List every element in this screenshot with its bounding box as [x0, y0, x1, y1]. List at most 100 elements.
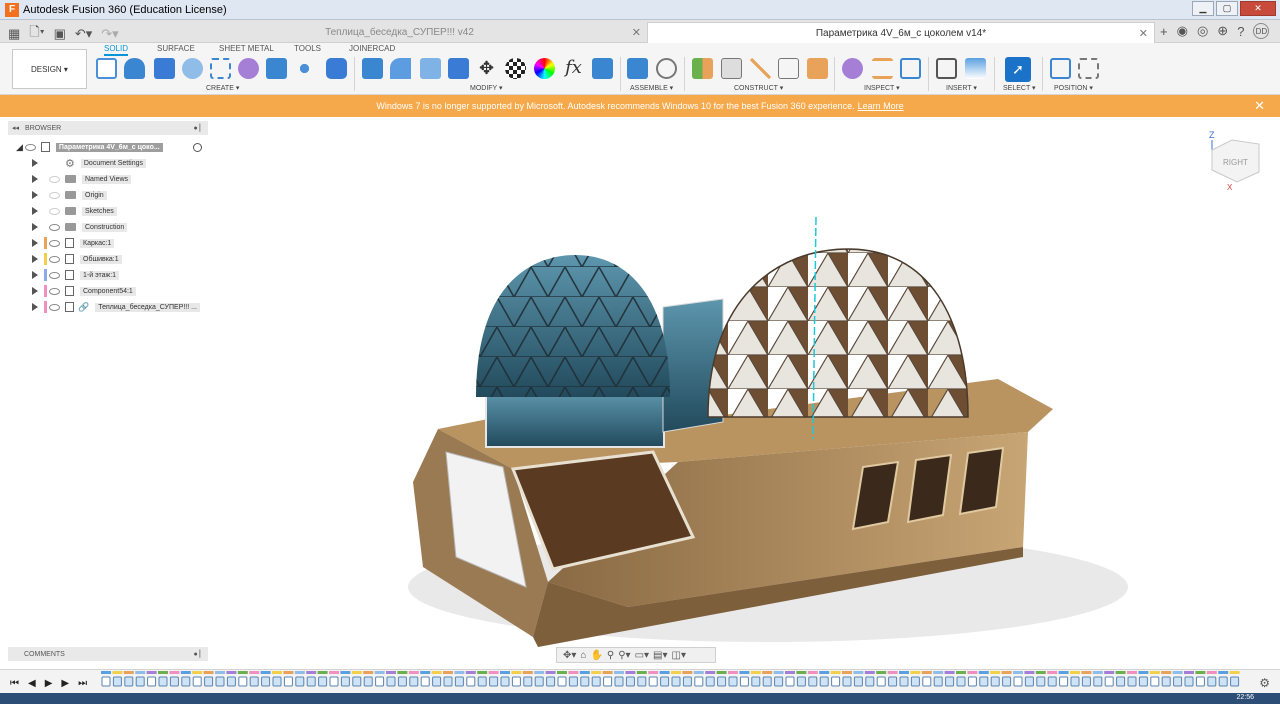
timeline-feature[interactable]	[181, 676, 191, 687]
timeline-feature[interactable]	[272, 676, 282, 687]
offset-plane-icon[interactable]	[692, 58, 713, 79]
maximize-button[interactable]: ▢	[1216, 1, 1238, 16]
expand-icon[interactable]	[32, 287, 38, 295]
visibility-icon[interactable]	[49, 160, 60, 167]
browser-item[interactable]: Construction	[8, 219, 208, 235]
expand-icon[interactable]	[32, 255, 38, 263]
expand-icon[interactable]	[32, 303, 38, 311]
close-banner-icon[interactable]: ✕	[1254, 98, 1265, 114]
timeline-feature[interactable]	[226, 676, 236, 687]
timeline-feature[interactable]	[910, 676, 920, 687]
timeline-feature[interactable]	[876, 676, 886, 687]
browser-item[interactable]: ⚙ Document Settings	[8, 155, 208, 171]
timeline-feature[interactable]	[1138, 676, 1148, 687]
physical-material-icon[interactable]	[534, 58, 555, 79]
visibility-icon[interactable]	[49, 191, 60, 199]
timeline-feature[interactable]	[329, 676, 339, 687]
expand-icon[interactable]	[32, 175, 38, 183]
timeline-feature[interactable]	[192, 676, 202, 687]
group-assemble[interactable]: ASSEMBLE ▾	[630, 84, 673, 92]
help-icon[interactable]: ?	[1237, 24, 1244, 39]
notifications-icon[interactable]: ⊕	[1217, 23, 1228, 39]
timeline-feature[interactable]	[158, 676, 168, 687]
tab-parametrika[interactable]: Параметрика 4V_6м_с цоколем v14* ✕	[647, 22, 1155, 43]
redo-icon[interactable]: ↷▾	[101, 26, 118, 42]
close-tab-icon[interactable]: ✕	[632, 26, 641, 39]
grid-menu-icon[interactable]: ▦	[8, 26, 20, 42]
expand-icon[interactable]	[32, 159, 38, 167]
timeline-feature[interactable]	[1184, 676, 1194, 687]
create-sketch-icon[interactable]	[96, 58, 117, 79]
timeline-feature[interactable]	[204, 676, 214, 687]
step-back-icon[interactable]: ◀	[28, 678, 36, 689]
expand-icon[interactable]	[32, 191, 38, 199]
timeline-feature[interactable]	[1070, 676, 1080, 687]
timeline-feature[interactable]	[238, 676, 248, 687]
timeline-feature[interactable]	[1059, 676, 1069, 687]
capture-position-icon[interactable]	[1050, 58, 1071, 79]
select-cursor-icon[interactable]: ➚	[1005, 57, 1031, 82]
close-tab-icon[interactable]: ✕	[1139, 27, 1148, 40]
timeline-feature[interactable]	[500, 676, 510, 687]
point-icon[interactable]	[807, 58, 828, 79]
collapse-icon[interactable]: ◂◂	[12, 124, 19, 132]
browser-root[interactable]: ◢ Параметрика 4V_6м_с цоко...	[8, 139, 208, 155]
expand-icon[interactable]	[32, 271, 38, 279]
timeline-feature[interactable]	[1036, 676, 1046, 687]
timeline-feature[interactable]	[796, 676, 806, 687]
group-create[interactable]: CREATE ▾	[206, 84, 239, 92]
visibility-icon[interactable]	[49, 207, 60, 215]
timeline-feature[interactable]	[614, 676, 624, 687]
undo-icon[interactable]: ↶▾	[75, 26, 92, 42]
timeline-feature[interactable]	[625, 676, 635, 687]
new-component-icon[interactable]	[266, 58, 287, 79]
timeline-feature[interactable]	[135, 676, 145, 687]
avatar[interactable]: DD	[1253, 23, 1270, 39]
timeline-feature[interactable]	[888, 676, 898, 687]
extensions-icon[interactable]: ◉	[1177, 23, 1188, 39]
timeline-feature[interactable]	[534, 676, 544, 687]
timeline-feature[interactable]	[648, 676, 658, 687]
timeline-feature[interactable]	[420, 676, 430, 687]
timeline-feature[interactable]	[603, 676, 613, 687]
timeline-feature[interactable]	[1207, 676, 1217, 687]
parameters-icon[interactable]: fx	[563, 58, 584, 79]
insert-derive-file-icon[interactable]	[936, 58, 957, 79]
visibility-icon[interactable]	[49, 255, 60, 263]
browser-item[interactable]: Каркас:1	[8, 235, 208, 251]
timeline-feature[interactable]	[249, 676, 259, 687]
expand-icon[interactable]	[32, 223, 38, 231]
zoom-icon[interactable]: ⚲	[607, 650, 614, 661]
file-menu-icon[interactable]: 🗋▾	[29, 23, 44, 45]
minimize-button[interactable]: ▁	[1192, 1, 1214, 16]
pattern-icon[interactable]	[294, 58, 315, 79]
job-status-icon[interactable]: ◎	[1197, 23, 1208, 39]
press-pull-icon[interactable]	[362, 58, 383, 79]
section-analysis-icon[interactable]	[900, 58, 921, 79]
go-to-end-icon[interactable]: ⏭	[78, 678, 87, 689]
timeline-feature[interactable]	[1116, 676, 1126, 687]
timeline-feature[interactable]	[1127, 676, 1137, 687]
group-inspect[interactable]: INSPECT ▾	[864, 84, 900, 92]
timeline-feature[interactable]	[466, 676, 476, 687]
timeline-feature[interactable]	[546, 676, 556, 687]
close-window-button[interactable]: ✕	[1240, 1, 1276, 16]
timeline-feature[interactable]	[523, 676, 533, 687]
browser-item[interactable]: Component54:1	[8, 283, 208, 299]
timeline-feature[interactable]	[1081, 676, 1091, 687]
timeline-feature[interactable]	[865, 676, 875, 687]
timeline-feature[interactable]	[1002, 676, 1012, 687]
chamfer-icon[interactable]	[420, 58, 441, 79]
as-built-joint-icon[interactable]	[656, 58, 677, 79]
visibility-icon[interactable]	[49, 239, 60, 247]
timeline-feature[interactable]	[774, 676, 784, 687]
browser-item[interactable]: 🔗 Теплица_беседка_СУПЕР!!! ...	[8, 299, 208, 315]
timeline-feature[interactable]	[751, 676, 761, 687]
group-construct[interactable]: CONSTRUCT ▾	[734, 84, 783, 92]
play-icon[interactable]: ▶	[45, 678, 53, 689]
tab-solid[interactable]: SOLID	[104, 44, 129, 56]
timeline-feature[interactable]	[1230, 676, 1240, 687]
browser-header[interactable]: ◂◂ BROWSER ● ▏	[8, 121, 208, 135]
visibility-icon[interactable]	[49, 223, 60, 231]
browser-item[interactable]: Origin	[8, 187, 208, 203]
